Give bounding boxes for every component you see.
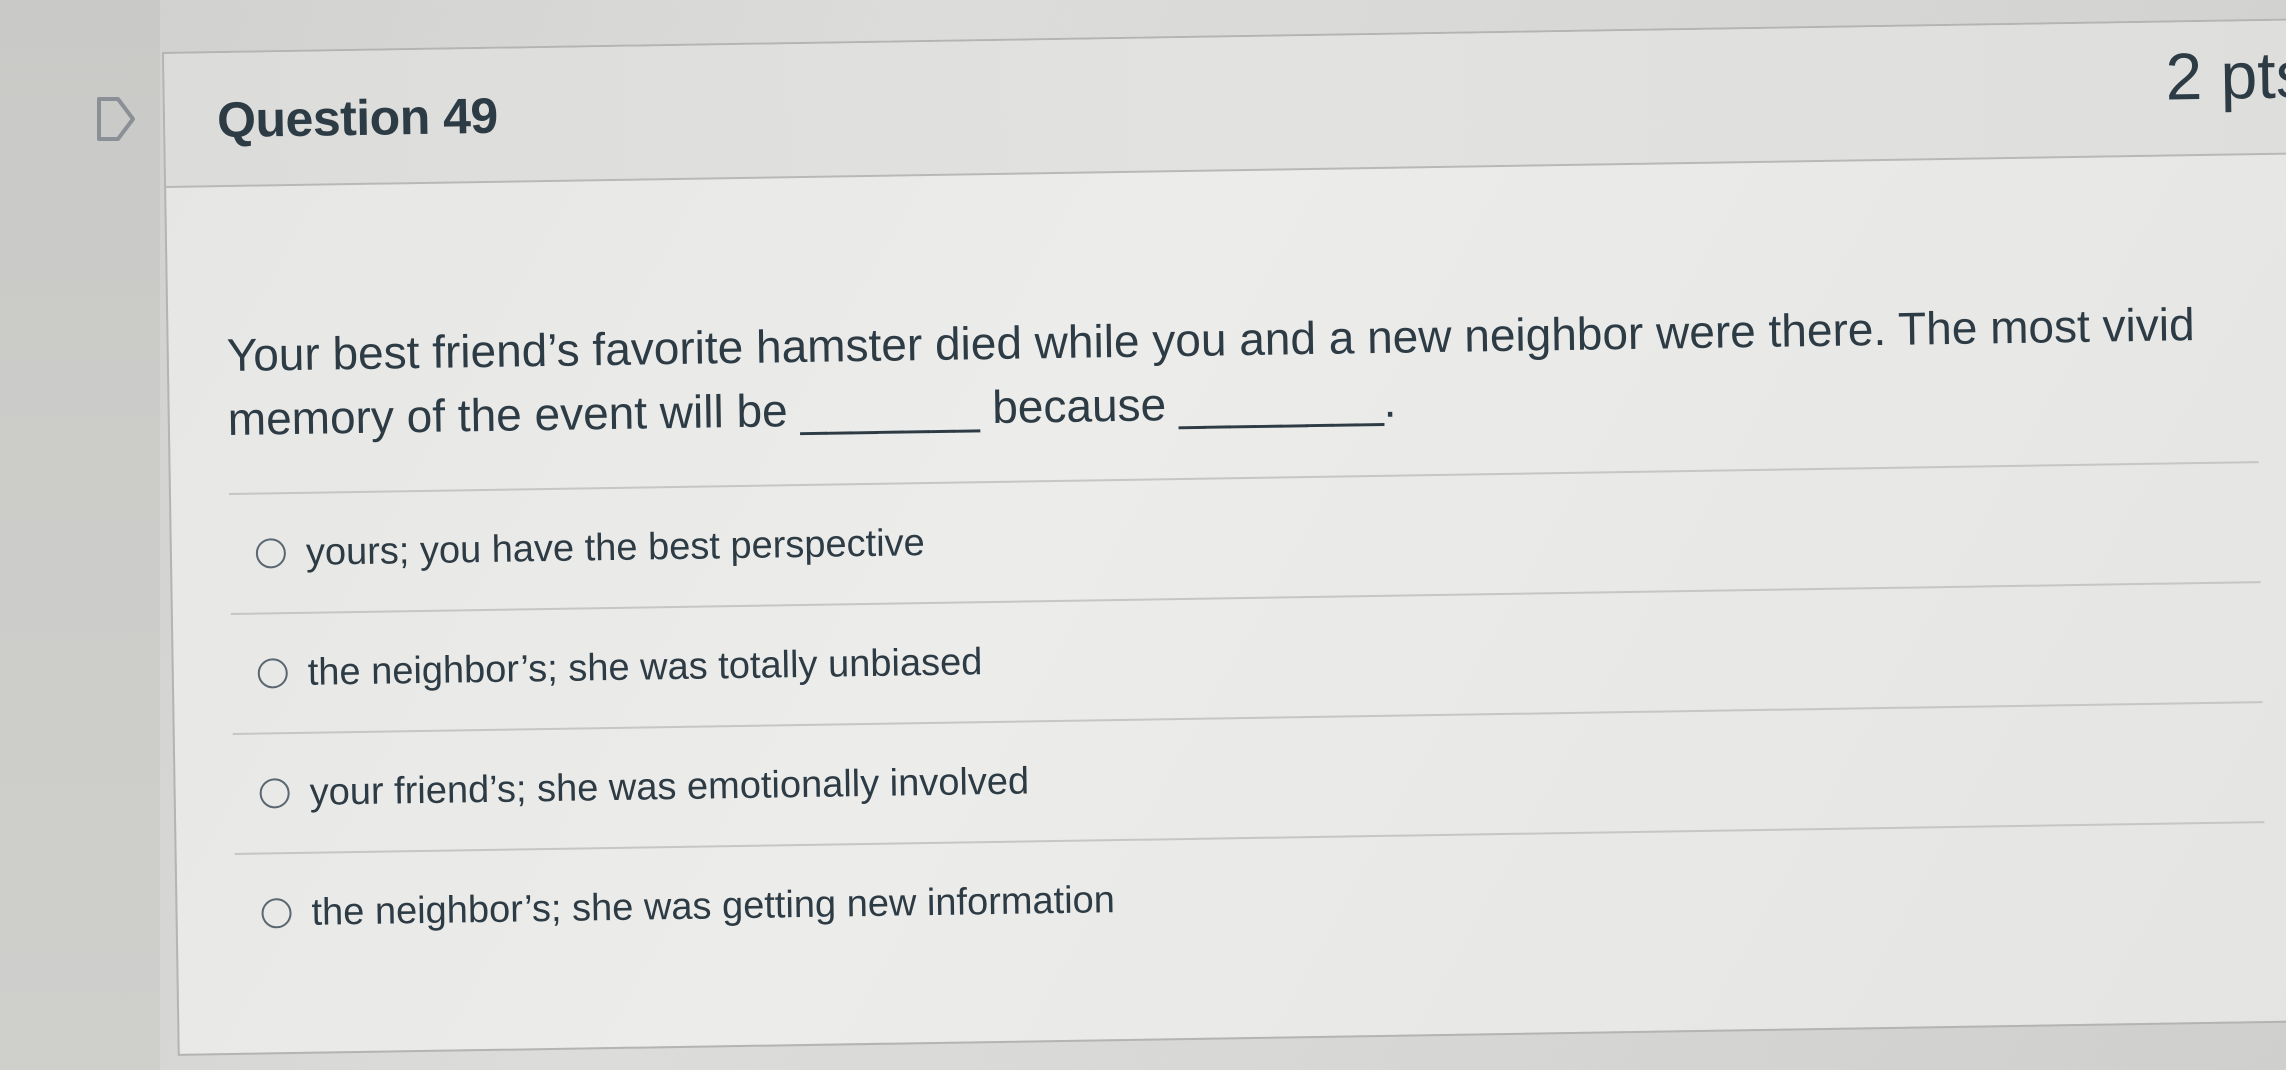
question-header: Question 49 2 pts bbox=[164, 19, 2286, 188]
flag-question-icon[interactable] bbox=[96, 96, 136, 142]
answer-label[interactable]: yours; you have the best perspective bbox=[306, 522, 926, 575]
answer-label[interactable]: the neighbor’s; she was totally unbiased bbox=[307, 641, 982, 695]
question-points: 2 pts bbox=[2164, 37, 2286, 114]
question-title: Question 49 bbox=[216, 87, 499, 149]
radio-button[interactable] bbox=[255, 538, 287, 569]
question-card: Question 49 2 pts Your best friend’s fav… bbox=[162, 17, 2286, 1056]
left-margin bbox=[0, 0, 160, 1070]
radio-button[interactable] bbox=[257, 658, 289, 689]
answer-list: yours; you have the best perspective the… bbox=[228, 461, 2267, 973]
radio-button[interactable] bbox=[261, 898, 292, 929]
answer-label[interactable]: your friend’s; she was emotionally invol… bbox=[309, 760, 1029, 814]
radio-button[interactable] bbox=[259, 778, 290, 809]
answer-label[interactable]: the neighbor’s; she was getting new info… bbox=[311, 879, 1115, 935]
question-text: Your best friend’s favorite hamster died… bbox=[226, 298, 2195, 446]
